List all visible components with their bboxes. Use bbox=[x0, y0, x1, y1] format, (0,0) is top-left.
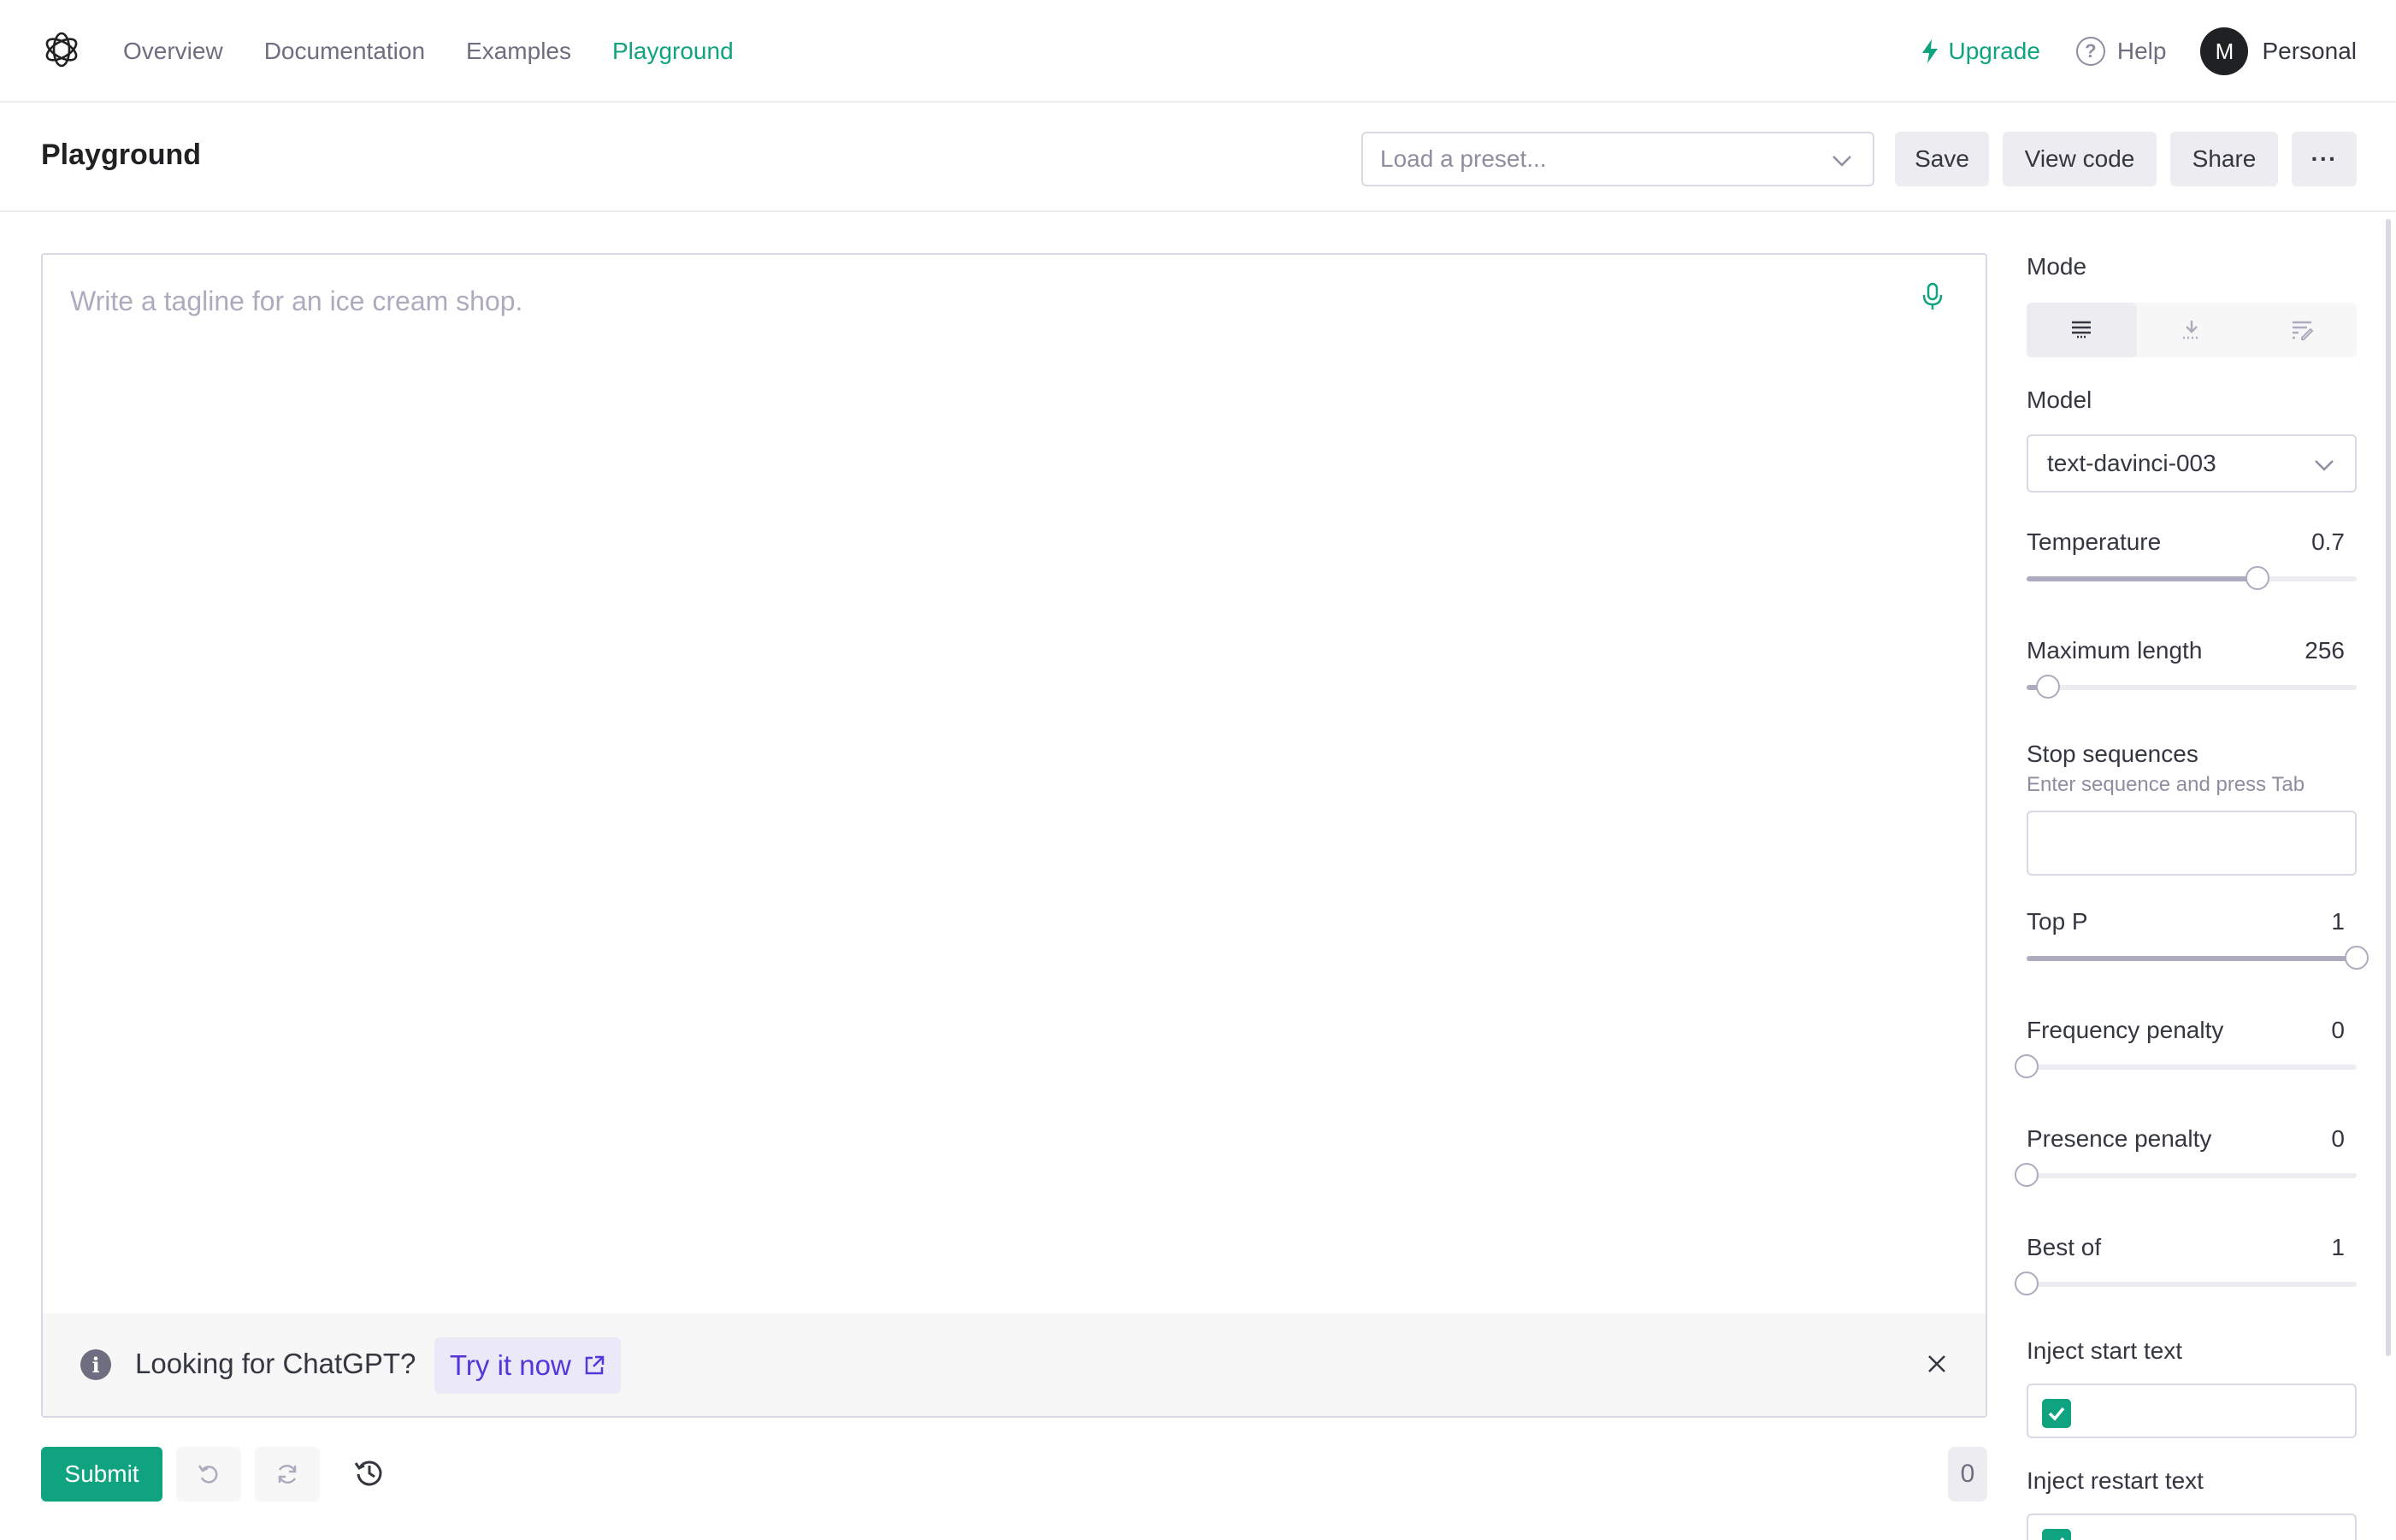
mode-edit[interactable] bbox=[2246, 303, 2357, 357]
close-icon[interactable] bbox=[1924, 1351, 1950, 1377]
banner-text: Looking for ChatGPT? bbox=[135, 1348, 416, 1379]
stop-sequences-label: Stop sequences bbox=[2027, 740, 2198, 767]
view-code-button[interactable]: View code bbox=[2003, 132, 2157, 186]
inject-start-checkbox[interactable] bbox=[2042, 1399, 2071, 1428]
chevron-down-icon bbox=[1832, 156, 1851, 167]
inject-start-label: Inject start text bbox=[2027, 1337, 2183, 1364]
presence-penalty-slider-thumb[interactable] bbox=[2015, 1163, 2039, 1187]
max-length-slider-thumb[interactable] bbox=[2035, 675, 2060, 699]
inject-restart-checkbox[interactable] bbox=[2042, 1529, 2071, 1540]
best-of-value: 1 bbox=[2331, 1234, 2345, 1260]
save-button[interactable]: Save bbox=[1895, 132, 1989, 186]
submit-button[interactable]: Submit bbox=[41, 1447, 162, 1502]
stop-sequences-input[interactable] bbox=[2027, 811, 2357, 876]
preset-select[interactable]: Load a preset... bbox=[1361, 132, 1874, 186]
best-of-slider[interactable] bbox=[2015, 1272, 2357, 1295]
max-length-value: 256 bbox=[2305, 637, 2345, 664]
try-it-now-link[interactable]: Try it now bbox=[434, 1337, 621, 1394]
mode-selector bbox=[2027, 303, 2357, 357]
frequency-penalty-control: Frequency penalty 0 bbox=[2015, 1017, 2357, 1085]
mode-label: Mode bbox=[2027, 253, 2087, 280]
history-icon[interactable] bbox=[352, 1455, 387, 1490]
model-select[interactable]: text-davinci-003 bbox=[2027, 434, 2357, 493]
regenerate-button[interactable] bbox=[255, 1447, 320, 1502]
temperature-label: Temperature bbox=[2027, 528, 2162, 555]
upgrade-label: Upgrade bbox=[1948, 38, 2040, 64]
top-p-control: Top P 1 bbox=[2027, 908, 2369, 977]
regenerate-icon bbox=[278, 1464, 297, 1484]
nav-documentation[interactable]: Documentation bbox=[264, 38, 425, 65]
presence-penalty-control: Presence penalty 0 bbox=[2015, 1125, 2357, 1194]
temperature-slider[interactable] bbox=[2027, 566, 2357, 590]
prompt-placeholder: Write a tagline for an ice cream shop. bbox=[70, 286, 523, 316]
best-of-control: Best of 1 bbox=[2015, 1234, 2357, 1302]
mode-insert[interactable] bbox=[2137, 303, 2247, 357]
frequency-penalty-slider[interactable] bbox=[2015, 1054, 2357, 1078]
presence-penalty-slider[interactable] bbox=[2015, 1163, 2357, 1187]
upgrade-link[interactable]: Upgrade bbox=[1921, 38, 2040, 65]
help-circle-icon: ? bbox=[2075, 37, 2105, 66]
inject-start-field[interactable] bbox=[2027, 1384, 2357, 1438]
info-icon: i bbox=[80, 1349, 111, 1380]
share-button[interactable]: Share bbox=[2170, 132, 2278, 186]
edit-mode-icon bbox=[2292, 321, 2314, 340]
prompt-editor[interactable]: Write a tagline for an ice cream shop. i… bbox=[41, 253, 1987, 1418]
undo-icon bbox=[198, 1465, 218, 1484]
chatgpt-banner: i Looking for ChatGPT? Try it now bbox=[43, 1313, 1986, 1416]
max-length-label: Maximum length bbox=[2027, 637, 2203, 664]
undo-button[interactable] bbox=[176, 1447, 241, 1502]
best-of-slider-thumb[interactable] bbox=[2015, 1272, 2039, 1295]
model-value: text-davinci-003 bbox=[2047, 450, 2216, 476]
help-label: Help bbox=[2116, 38, 2167, 64]
frequency-penalty-label: Frequency penalty bbox=[2027, 1017, 2224, 1043]
frequency-penalty-value: 0 bbox=[2331, 1017, 2345, 1043]
top-p-slider-thumb[interactable] bbox=[2345, 946, 2369, 970]
temperature-control: Temperature 0.7 bbox=[2027, 528, 2357, 597]
external-link-icon bbox=[585, 1355, 605, 1375]
nav-links: Overview Documentation Examples Playgrou… bbox=[123, 0, 734, 103]
max-length-control: Maximum length 256 bbox=[2027, 637, 2357, 705]
best-of-label: Best of bbox=[2027, 1234, 2102, 1260]
frequency-penalty-slider-thumb[interactable] bbox=[2015, 1054, 2039, 1078]
inject-restart-label: Inject restart text bbox=[2027, 1467, 2204, 1494]
checkmark-icon bbox=[2060, 1537, 2065, 1540]
chevron-down-icon bbox=[2315, 460, 2334, 471]
checkmark-icon bbox=[2048, 1407, 2065, 1421]
account-name[interactable]: Personal bbox=[2262, 38, 2357, 65]
temperature-slider-thumb[interactable] bbox=[2246, 566, 2270, 590]
top-nav: Overview Documentation Examples Playgrou… bbox=[0, 0, 2396, 103]
avatar[interactable]: M bbox=[2200, 27, 2249, 75]
page-title: Playground bbox=[41, 139, 202, 171]
presence-penalty-value: 0 bbox=[2331, 1125, 2345, 1152]
openai-logo-icon[interactable] bbox=[41, 29, 82, 70]
playground-header: Playground Load a preset... Save View co… bbox=[0, 104, 2396, 212]
mode-complete[interactable] bbox=[2027, 303, 2137, 357]
nav-playground[interactable]: Playground bbox=[612, 38, 734, 65]
help-link[interactable]: ? Help bbox=[2075, 37, 2167, 66]
settings-scrollbar[interactable] bbox=[2386, 219, 2391, 1356]
temperature-value: 0.7 bbox=[2311, 528, 2345, 555]
inject-restart-field[interactable] bbox=[2027, 1513, 2357, 1540]
preset-placeholder: Load a preset... bbox=[1380, 145, 1547, 172]
nav-right: Upgrade ? Help M Personal bbox=[1921, 0, 2357, 103]
lightning-icon bbox=[1922, 39, 1939, 63]
nav-overview[interactable]: Overview bbox=[123, 38, 223, 65]
top-p-value: 1 bbox=[2331, 908, 2345, 935]
presence-penalty-label: Presence penalty bbox=[2027, 1125, 2212, 1152]
nav-examples[interactable]: Examples bbox=[466, 38, 571, 65]
try-it-now-label: Try it now bbox=[450, 1349, 571, 1381]
complete-mode-icon bbox=[2072, 321, 2092, 339]
model-label: Model bbox=[2027, 386, 2092, 413]
more-options-button[interactable]: ··· bbox=[2292, 132, 2357, 186]
top-p-label: Top P bbox=[2027, 908, 2088, 935]
insert-mode-icon bbox=[2183, 321, 2198, 339]
microphone-icon[interactable] bbox=[1921, 282, 1945, 311]
max-length-slider[interactable] bbox=[2027, 675, 2357, 699]
token-count: 0 bbox=[1948, 1447, 1987, 1502]
stop-sequences-hint: Enter sequence and press Tab bbox=[2027, 773, 2305, 796]
top-p-slider[interactable] bbox=[2027, 946, 2369, 970]
